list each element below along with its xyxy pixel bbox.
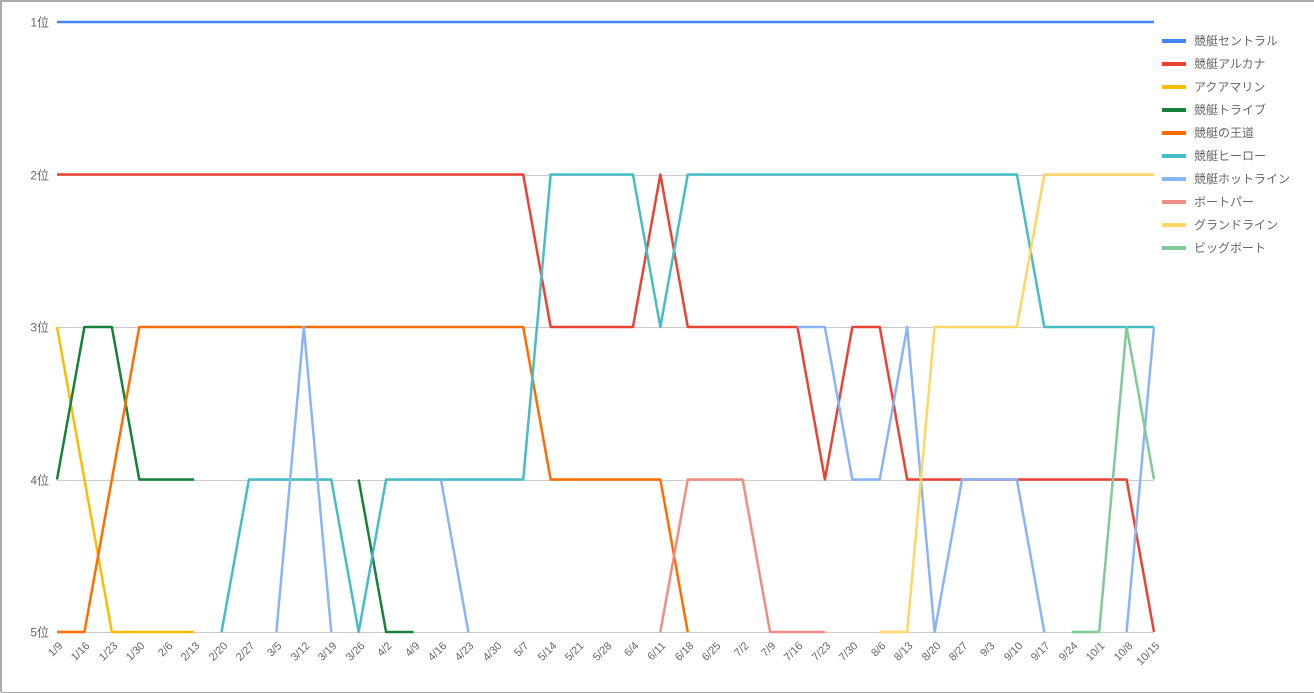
legend-label: 競艇トライブ: [1194, 101, 1266, 118]
x-tick: 4/16: [426, 640, 450, 664]
y-tick: 3位: [9, 319, 49, 336]
ranking-line-chart: 1位 2位 3位 4位 5位 1/91/161/231/30 2/62/132/202/2…: [2, 2, 1314, 692]
y-tick: 1位: [9, 14, 49, 31]
x-tick: 9/3: [979, 640, 998, 659]
x-tick: 2/6: [156, 640, 175, 659]
legend-item: 競艇の王道: [1162, 124, 1290, 141]
legend-item: 競艇ヒーロー: [1162, 147, 1290, 164]
legend-label: 競艇の王道: [1194, 124, 1254, 141]
x-tick: 6/11: [646, 640, 669, 663]
x-tick: 3/26: [344, 640, 368, 664]
x-tick: 4/9: [403, 640, 422, 659]
x-tick: 1/23: [97, 640, 121, 664]
x-tick: 5/7: [512, 640, 531, 659]
legend-swatch: [1162, 154, 1186, 158]
legend-label: ボートパー: [1194, 193, 1254, 210]
x-tick: 3/19: [316, 640, 340, 664]
x-tick: 10/1: [1084, 640, 1108, 664]
x-tick: 6/18: [673, 640, 697, 664]
series-line: [660, 480, 825, 633]
x-tick: 1/9: [46, 640, 65, 659]
legend-label: 競艇セントラル: [1194, 32, 1278, 49]
x-tick: 8/27: [947, 640, 971, 664]
x-tick: 9/10: [1002, 640, 1026, 664]
x-tick: 9/17: [1029, 640, 1053, 664]
x-tick: 10/15: [1135, 640, 1163, 668]
series-lines: [57, 22, 1154, 632]
x-tick: 7/23: [810, 640, 834, 664]
series-line: [57, 175, 1154, 633]
legend-label: 競艇ヒーロー: [1194, 147, 1266, 164]
grid-line: [57, 632, 1154, 633]
x-tick: 4/30: [481, 640, 505, 664]
legend-swatch: [1162, 39, 1186, 43]
legend-swatch: [1162, 62, 1186, 66]
y-tick: 2位: [9, 166, 49, 183]
x-tick: 1/30: [124, 640, 148, 664]
legend-item: 競艇セントラル: [1162, 32, 1290, 49]
legend: 競艇セントラル競艇アルカナアクアマリン競艇トライブ競艇の王道競艇ヒーロー競艇ホッ…: [1162, 32, 1290, 262]
x-tick: 10/8: [1111, 640, 1135, 664]
series-line: [880, 175, 1154, 633]
y-tick: 4位: [9, 471, 49, 488]
x-tick: 3/5: [266, 640, 285, 659]
legend-swatch: [1162, 246, 1186, 250]
x-tick: 5/21: [563, 640, 587, 664]
x-tick: 7/2: [732, 640, 751, 659]
legend-swatch: [1162, 85, 1186, 89]
x-tick: 4/2: [375, 640, 394, 659]
legend-swatch: [1162, 131, 1186, 135]
x-tick: 6/4: [622, 640, 641, 659]
plot-area: [57, 22, 1154, 632]
legend-item: グランドライン: [1162, 216, 1290, 233]
x-tick: 2/13: [179, 640, 203, 664]
x-tick: 8/6: [869, 640, 888, 659]
x-tick: 4/23: [453, 640, 477, 664]
legend-label: グランドライン: [1194, 216, 1278, 233]
x-tick: 2/27: [234, 640, 258, 664]
legend-label: 競艇ホットライン: [1194, 170, 1290, 187]
x-tick: 1/16: [69, 640, 93, 664]
legend-item: 競艇アルカナ: [1162, 55, 1290, 72]
legend-swatch: [1162, 200, 1186, 204]
x-tick: 7/9: [759, 640, 778, 659]
x-tick: 6/25: [700, 640, 724, 664]
x-tick: 7/16: [782, 640, 806, 664]
legend-item: 競艇ホットライン: [1162, 170, 1290, 187]
x-tick: 9/24: [1057, 640, 1081, 664]
legend-label: 競艇アルカナ: [1194, 55, 1266, 72]
legend-swatch: [1162, 108, 1186, 112]
x-tick: 5/28: [590, 640, 614, 664]
legend-item: ボートパー: [1162, 193, 1290, 210]
legend-label: ビッグボート: [1194, 239, 1266, 256]
legend-item: 競艇トライブ: [1162, 101, 1290, 118]
y-tick: 5位: [9, 624, 49, 641]
x-tick: 8/20: [919, 640, 943, 664]
legend-label: アクアマリン: [1194, 78, 1265, 95]
x-tick: 7/30: [837, 640, 861, 664]
legend-swatch: [1162, 223, 1186, 227]
x-tick: 2/20: [206, 640, 230, 664]
x-tick: 8/13: [892, 640, 916, 664]
legend-item: ビッグボート: [1162, 239, 1290, 256]
legend-swatch: [1162, 177, 1186, 181]
series-line: [222, 175, 1154, 633]
x-tick: 3/12: [289, 640, 313, 664]
x-tick: 5/14: [535, 640, 559, 664]
legend-item: アクアマリン: [1162, 78, 1290, 95]
